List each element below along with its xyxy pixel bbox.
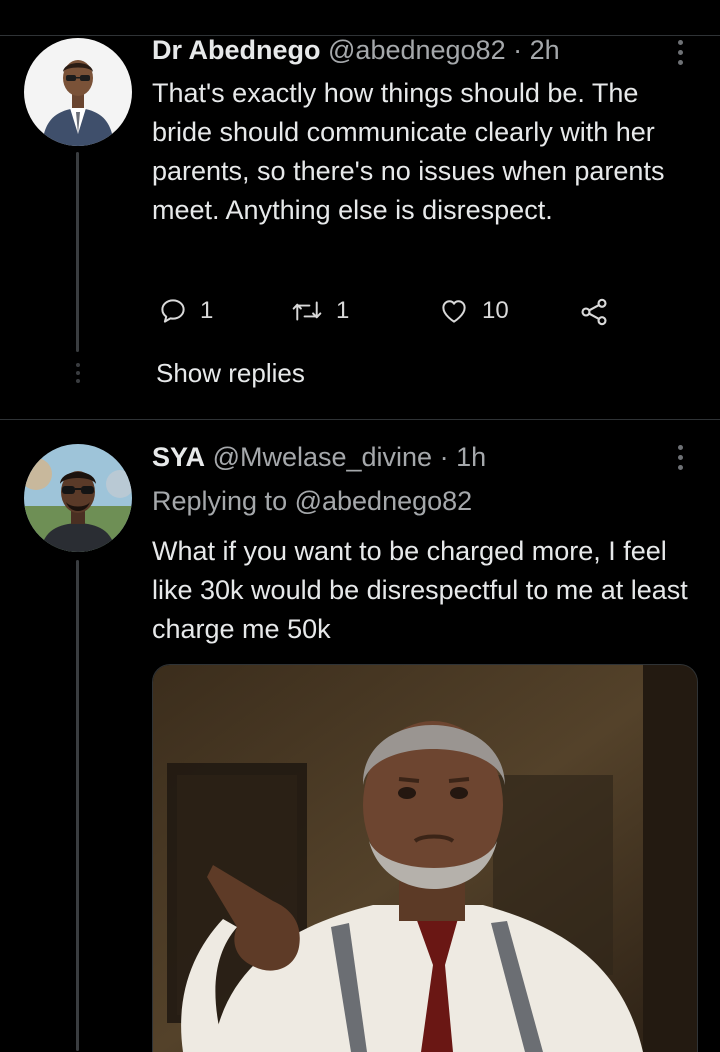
heart-icon [442, 300, 466, 323]
replying-to: Replying to @abednego82 [152, 484, 472, 518]
tweet-header: Dr Abednego @abednego82 · 2h [152, 33, 560, 67]
thread-connector-line [76, 560, 79, 1051]
separator: · [439, 442, 449, 472]
thread-connector-line [76, 152, 79, 352]
tweet-abednego[interactable]: Dr Abednego @abednego82 · 2h That's exac… [0, 0, 720, 420]
retweet-count: 1 [336, 297, 350, 324]
share-button[interactable] [578, 296, 610, 328]
reply-icon [161, 299, 185, 323]
tweet-photo[interactable] [152, 664, 698, 1052]
like-count: 10 [482, 297, 509, 324]
reply-count: 1 [200, 297, 214, 324]
timestamp[interactable]: 2h [530, 35, 560, 65]
like-button[interactable]: 10 [438, 296, 509, 326]
replying-to-handle[interactable]: @abednego82 [295, 486, 473, 516]
reply-button[interactable]: 1 [158, 296, 213, 326]
avatar-abednego[interactable] [24, 38, 132, 146]
tweet-text: What if you want to be charged more, I f… [152, 536, 688, 644]
timestamp[interactable]: 1h [456, 442, 486, 472]
replying-to-prefix: Replying to [152, 486, 295, 516]
retweet-icon [292, 301, 322, 321]
more-vertical-icon[interactable] [670, 440, 690, 474]
separator: · [513, 35, 523, 65]
show-replies-link[interactable]: Show replies [156, 357, 305, 389]
avatar-mwelase[interactable] [24, 444, 132, 552]
tweet-text: That's exactly how things should be. The… [152, 78, 665, 225]
handle[interactable]: @Mwelase_divine [213, 442, 433, 472]
display-name[interactable]: SYA [152, 442, 205, 472]
more-vertical-icon[interactable] [670, 35, 690, 69]
tweet-mwelase[interactable]: SYA @Mwelase_divine · 1h Replying to @ab… [0, 420, 720, 1052]
share-icon [581, 298, 607, 326]
thread-gap-dots [76, 363, 80, 387]
display-name[interactable]: Dr Abednego [152, 35, 321, 65]
tweet-header: SYA @Mwelase_divine · 1h [152, 440, 486, 474]
retweet-button[interactable]: 1 [290, 296, 349, 326]
handle[interactable]: @abednego82 [328, 35, 506, 65]
